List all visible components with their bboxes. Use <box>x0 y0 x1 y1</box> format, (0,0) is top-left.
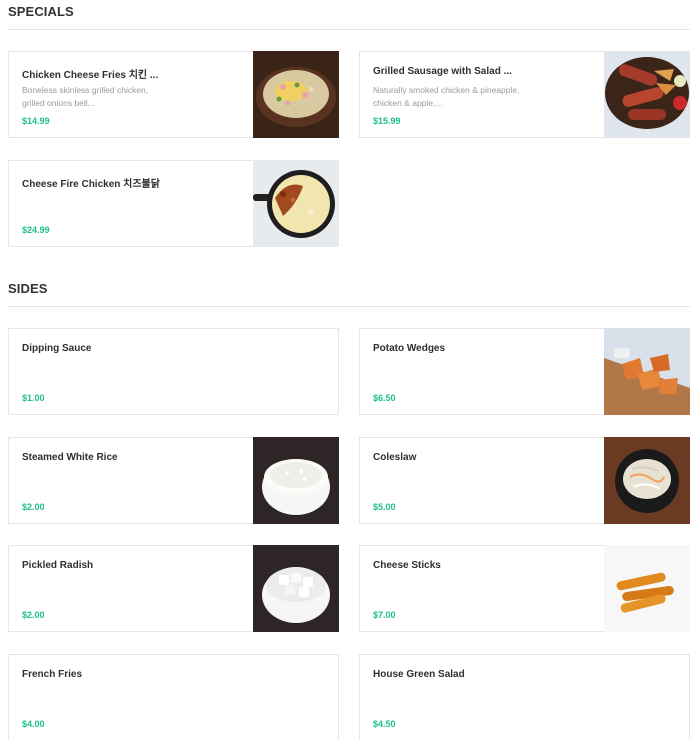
menu-item-cheese-sticks[interactable]: Cheese Sticks $7.00 <box>359 545 690 632</box>
item-price: $6.50 <box>373 393 396 403</box>
specials-heading: SPECIALS <box>8 4 74 19</box>
pickled-radish-photo <box>253 545 339 632</box>
item-name: Cheese Sticks <box>373 560 441 571</box>
item-name: French Fries <box>22 669 83 680</box>
grilled-sausage-photo <box>604 51 690 138</box>
item-description: Boneless skinless grilled chicken, grill… <box>22 85 149 108</box>
item-description: Naturally smoked chicken & pineapple, ch… <box>373 85 520 108</box>
item-price: $4.00 <box>22 719 45 729</box>
chicken-cheese-fries-photo <box>253 51 339 138</box>
cheese-sticks-photo <box>604 545 690 632</box>
item-price: $4.50 <box>373 719 396 729</box>
specials-divider <box>8 29 690 30</box>
item-price: $2.00 <box>22 502 45 512</box>
item-price: $2.00 <box>22 610 45 620</box>
item-name: Potato Wedges <box>373 343 446 354</box>
menu-item-pickled-radish[interactable]: Pickled Radish $2.00 <box>8 545 339 632</box>
item-name: House Green Salad <box>373 669 465 680</box>
item-price: $5.00 <box>373 502 396 512</box>
menu-item-chicken-cheese-fries[interactable]: Chicken Cheese Fries 치킨 ... Boneless ski… <box>8 51 339 138</box>
potato-wedges-photo <box>604 328 690 415</box>
item-price: $15.99 <box>373 116 401 126</box>
item-name: Dipping Sauce <box>22 343 92 354</box>
item-name: Steamed White Rice <box>22 452 118 463</box>
cheese-fire-chicken-photo <box>253 160 339 247</box>
menu-item-dipping-sauce[interactable]: Dipping Sauce $1.00 <box>8 328 339 415</box>
sides-heading: SIDES <box>8 281 48 296</box>
item-price: $14.99 <box>22 116 50 126</box>
coleslaw-photo <box>604 437 690 524</box>
menu-item-potato-wedges[interactable]: Potato Wedges $6.50 <box>359 328 690 415</box>
item-name: Grilled Sausage with Salad ... <box>373 66 512 77</box>
item-name: Coleslaw <box>373 452 417 463</box>
item-name: Chicken Cheese Fries 치킨 ... <box>22 70 159 81</box>
item-name: Pickled Radish <box>22 560 94 571</box>
item-price: $24.99 <box>22 225 50 235</box>
menu-item-steamed-white-rice[interactable]: Steamed White Rice $2.00 <box>8 437 339 524</box>
menu-item-grilled-sausage-salad[interactable]: Grilled Sausage with Salad ... Naturally… <box>359 51 690 138</box>
menu-item-coleslaw[interactable]: Coleslaw $5.00 <box>359 437 690 524</box>
steamed-rice-photo <box>253 437 339 524</box>
menu-item-french-fries[interactable]: French Fries $4.00 <box>8 654 339 739</box>
item-name: Cheese Fire Chicken 치즈불닭 <box>22 179 160 190</box>
menu-item-cheese-fire-chicken[interactable]: Cheese Fire Chicken 치즈불닭 $24.99 <box>8 160 339 247</box>
item-price: $7.00 <box>373 610 396 620</box>
item-price: $1.00 <box>22 393 45 403</box>
menu-item-house-green-salad[interactable]: House Green Salad $4.50 <box>359 654 690 739</box>
sides-divider <box>8 306 690 307</box>
